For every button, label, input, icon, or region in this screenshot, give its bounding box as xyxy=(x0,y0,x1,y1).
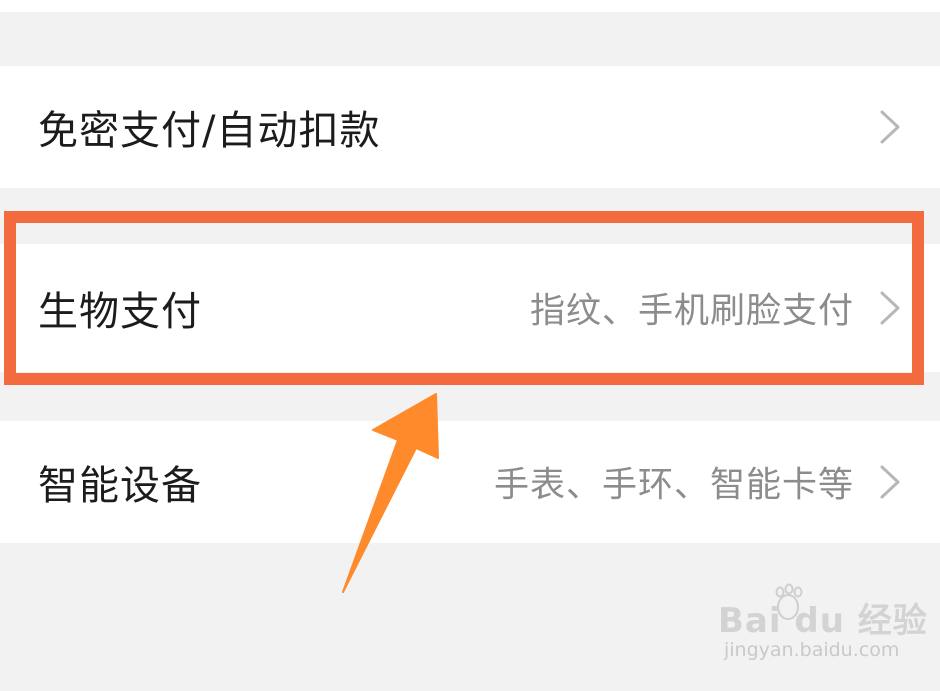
top-strip xyxy=(0,0,940,12)
settings-row-smart-devices[interactable]: 智能设备 手表、手环、智能卡等 xyxy=(0,421,940,543)
row-title: 生物支付 xyxy=(38,289,202,335)
watermark-brand xyxy=(775,583,803,620)
watermark-url: jingyan.baidu.com xyxy=(724,639,900,661)
paw-icon xyxy=(775,583,803,620)
settings-row-password-free-payment[interactable]: 免密支付/自动扣款 xyxy=(0,66,940,188)
row-title: 智能设备 xyxy=(38,463,202,509)
chevron-right-icon xyxy=(880,465,900,499)
row-description: 手表、手环、智能卡等 xyxy=(493,465,854,506)
chevron-right-icon xyxy=(880,110,900,144)
watermark: Bai du 经验 jingyan.baidu.com xyxy=(718,583,927,671)
chevron-right-icon xyxy=(880,291,900,325)
row-description: 指纹、手机刷脸支付 xyxy=(529,291,854,332)
watermark-brand-text: Bai du 经验 xyxy=(718,601,928,641)
settings-row-biometric-payment[interactable]: 生物支付 指纹、手机刷脸支付 xyxy=(0,244,940,372)
row-title: 免密支付/自动扣款 xyxy=(38,108,381,154)
